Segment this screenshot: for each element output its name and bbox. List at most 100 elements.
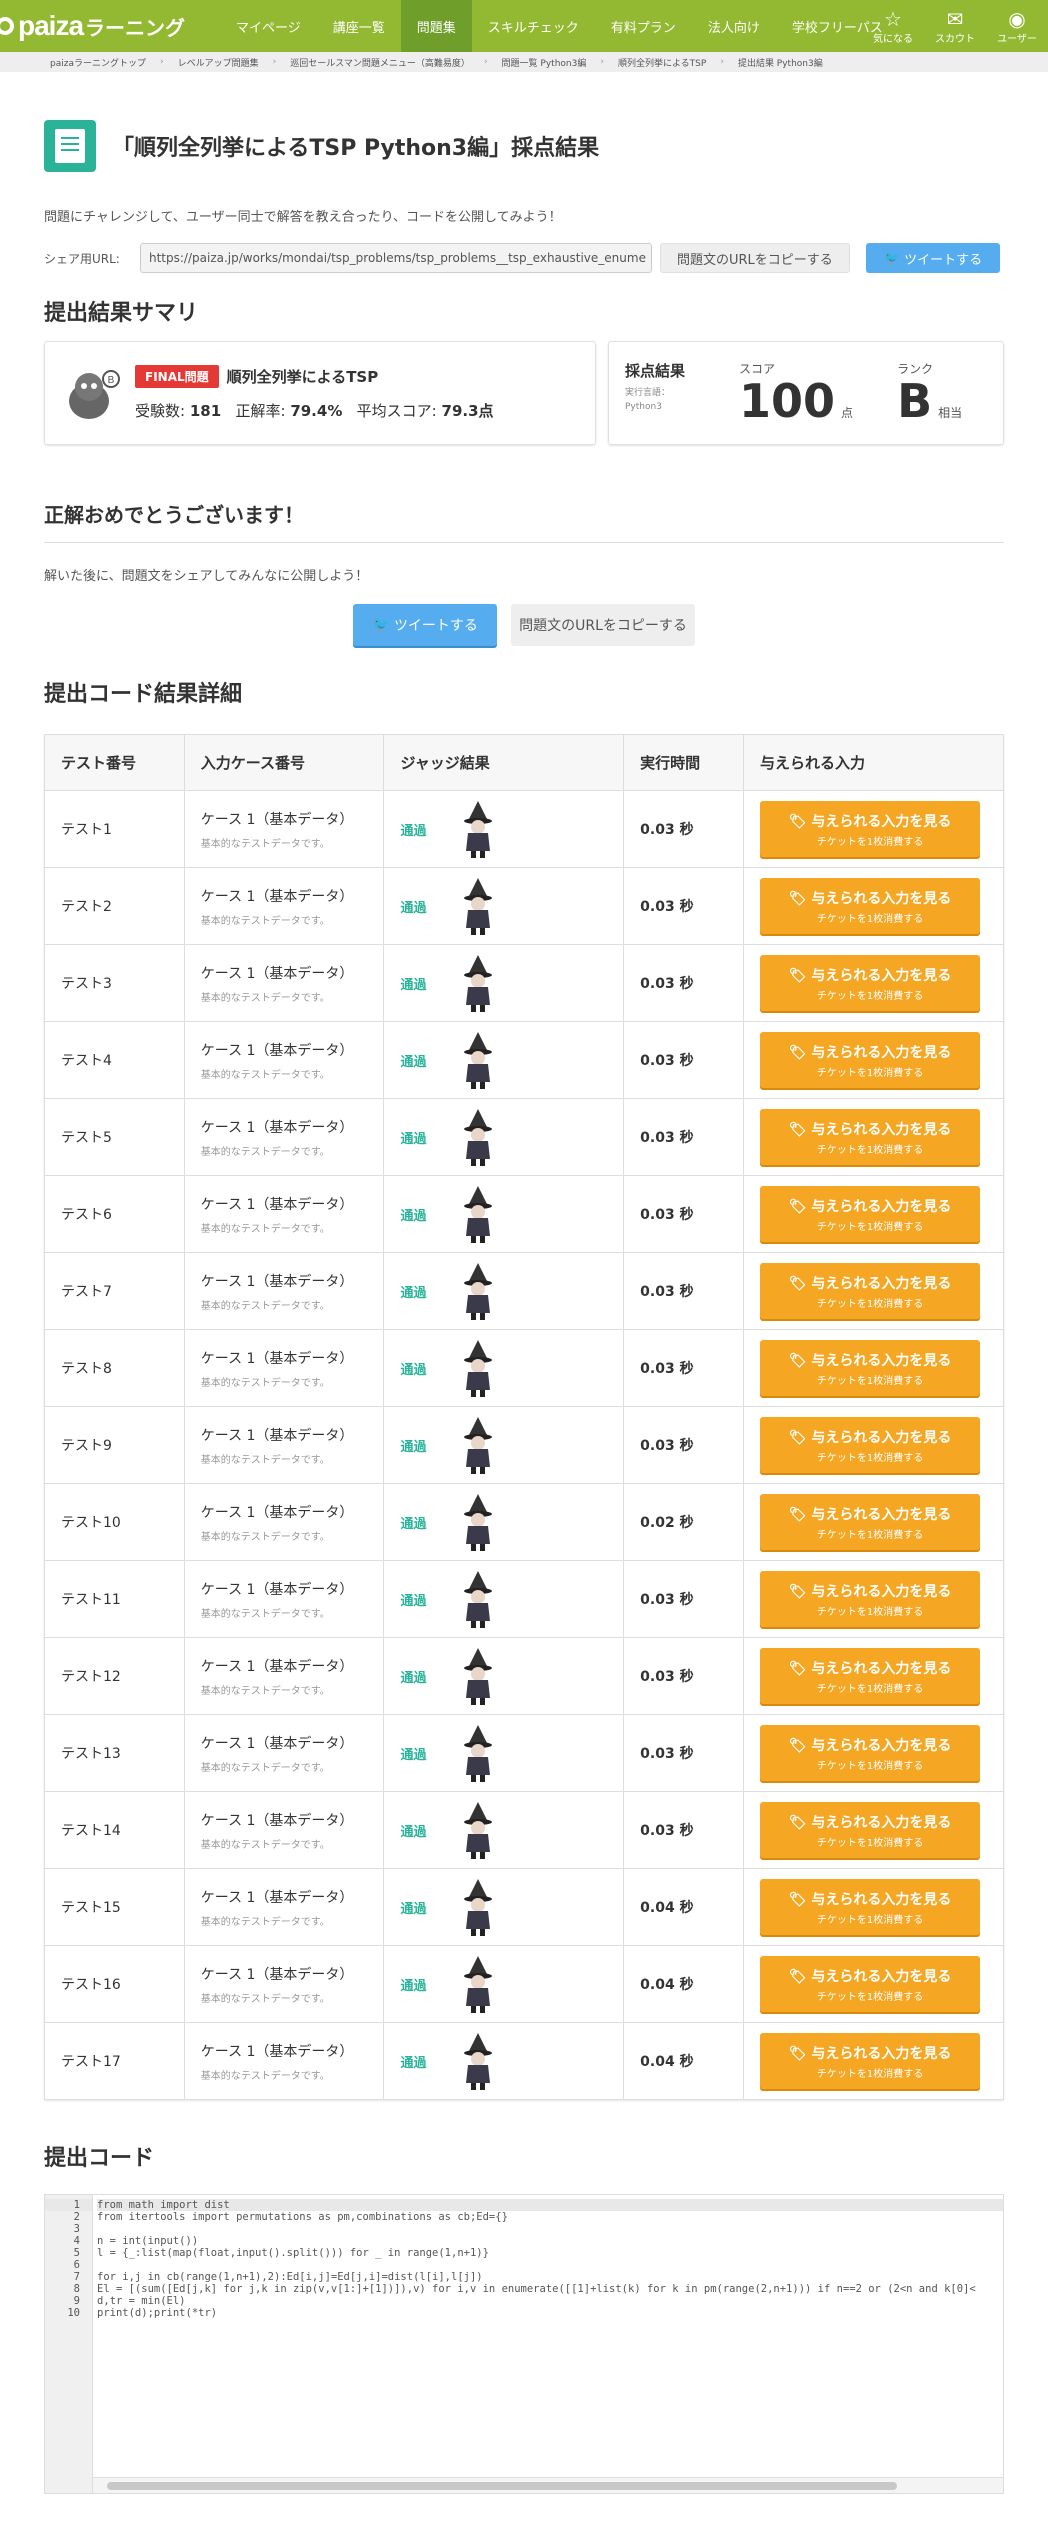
case-name: ケース 1（基本データ） (200, 1196, 354, 1213)
share-url-field[interactable]: https://paiza.jp/works/mondai/tsp_proble… (140, 243, 652, 273)
view-input-text: 与えられる入力を見る (811, 813, 952, 830)
breadcrumb-item[interactable]: レベルアップ問題集 (178, 56, 259, 69)
input-case: ケース 1（基本データ） 基本的なテストデータです。 (183, 1252, 385, 1330)
tweet-label: ツイートする (393, 618, 478, 634)
view-input-label: 🏷 与えられる入力を見る (789, 1350, 952, 1370)
code-editor[interactable]: 1 2 3 4 5 6 7 8 9 10 from math import dist from it… (44, 2194, 1004, 2494)
line-number: 8 (73, 2283, 80, 2295)
view-input-button[interactable]: 🏷 与えられる入力を見る チケットを1枚消費する (760, 1956, 981, 2012)
ticket-note: チケットを1枚消費する (816, 1760, 924, 1772)
view-input-button[interactable]: 🏷 与えられる入力を見る チケットを1枚消費する (760, 878, 981, 934)
case-name: ケース 1（基本データ） (200, 965, 354, 982)
judge-result: 通過 (383, 1637, 625, 1715)
view-input-button[interactable]: 🏷 与えられる入力を見る チケットを1枚消費する (760, 1032, 981, 1088)
view-input-button[interactable]: 🏷 与えられる入力を見るチケットを1枚消費する (760, 1725, 981, 1781)
pass-label: 通過 (400, 1208, 427, 1224)
input-case: ケース 1（基本データ） 基本的なテストデータです。 (183, 1021, 385, 1099)
view-input-button[interactable]: 🏷 与えられる入力を見る チケットを1枚消費する (760, 1340, 981, 1396)
view-input-button[interactable]: 🏷 与えられる入力を見る チケットを1枚消費する (760, 1648, 981, 1704)
case-name: ケース 1（基本データ） (200, 1042, 354, 1059)
nav-user[interactable]: ◉ ユーザー (986, 0, 1048, 52)
problem-name[interactable]: 順列全列挙によるTSP (227, 366, 379, 387)
nav-mail[interactable]: ✉ スカウト (924, 0, 986, 52)
ticket-icon: 🏷 (788, 890, 812, 907)
case-desc: 基本的なテストデータです。 (200, 1223, 330, 1235)
judge-result: 通過 (383, 1714, 625, 1792)
pass-label: 通過 (400, 977, 427, 993)
rank-unit: 相当 (938, 406, 963, 420)
ticket-icon: 🏷 (788, 1429, 812, 1446)
line-number: 7 (73, 2271, 80, 2283)
view-input-label: 🏷 与えられる入力を見る (789, 1196, 952, 1216)
character-image (460, 876, 496, 936)
case-name: ケース 1（基本データ） (200, 1350, 354, 1367)
ticket-note: チケットを1枚消費する (816, 1683, 924, 1695)
lang-label: 実行言語： (625, 388, 671, 398)
exec-time: 0.03 秒 (623, 867, 745, 945)
copy-url-button[interactable]: 問題文のURLをコピーする (660, 243, 850, 273)
tweet-button[interactable]: 🐦 ツイートする (865, 243, 1001, 273)
horizontal-scrollbar[interactable] (93, 2477, 1003, 2493)
nav-icon-label: ユーザー (997, 33, 1037, 45)
line-number: 3 (73, 2223, 80, 2235)
view-input-text: 与えられる入力を見る (811, 1583, 952, 1600)
exec-time: 0.03 秒 (623, 1560, 745, 1638)
view-input-label: 🏷 与えられる入力を見る (789, 1735, 952, 1755)
table-row: テスト11 ケース 1（基本データ） 基本的なテストデータです。 通過 0.03 秒 🏷 … (44, 1560, 1004, 1638)
nav-link[interactable]: 講座一覧 (317, 0, 401, 52)
breadcrumb-item[interactable]: 提出結果 Python3編 (738, 56, 823, 69)
view-input-button[interactable]: 🏷 与えられる入力を見る チケットを1枚消費する (760, 2033, 981, 2089)
judge-result: 通過 (383, 1329, 625, 1407)
view-input-button[interactable]: 🏷 与えられる入力を見る チケットを1枚消費する (760, 955, 981, 1011)
nav-link[interactable]: スキルチェック (472, 0, 595, 52)
congrats-heading: 正解おめでとうございます！ (44, 499, 1004, 543)
test-number: テスト16 (44, 1945, 185, 2023)
table-row: テスト5 ケース 1（基本データ） 基本的なテストデータです。 通過 0.03 秒 🏷 与… (44, 1098, 1004, 1176)
logo-sub: ラーニング (85, 15, 186, 40)
ticket-note: チケットを1枚消費する (816, 1067, 924, 1079)
case-name: ケース 1（基本データ） (200, 1966, 354, 1983)
exec-time: 0.03 秒 (623, 1714, 745, 1792)
code-line: d,tr = min(El) (97, 2295, 186, 2307)
nav-icons: ☆ 気になる ✉ スカウト ◉ ユーザー (862, 0, 1048, 52)
breadcrumb-item[interactable]: 巡回セールスマン問題メニュー（高難易度） (290, 56, 470, 69)
nav-link[interactable]: マイページ (220, 0, 317, 52)
breadcrumb-item[interactable]: 順列全列挙によるTSP (618, 56, 706, 69)
view-input-button[interactable]: 🏷 与えられる入力を見る チケットを1枚消費する (760, 1417, 981, 1473)
exec-time: 0.03 秒 (623, 944, 745, 1022)
nav-link[interactable]: 有料プラン (595, 0, 692, 52)
view-input-button[interactable]: 🏷 与えられる入力を見る チケットを1枚消費する (760, 1494, 981, 1550)
paiza-logo[interactable]: paiza ラーニング (0, 0, 220, 52)
test-number: テスト13 (44, 1714, 185, 1792)
view-input-button[interactable]: 🏷 与えられる入力を見るチケットを1枚消費する (760, 1186, 981, 1242)
case-desc: 基本的なテストデータです。 (200, 1531, 330, 1543)
case-name: ケース 1（基本データ） (200, 1504, 354, 1521)
score-unit: 点 (841, 406, 854, 420)
breadcrumb-item[interactable]: paizaラーニングトップ (50, 56, 146, 69)
nav-link[interactable]: 法人向け (692, 0, 776, 52)
case-desc: 基本的なテストデータです。 (200, 2070, 330, 2082)
table-row: テスト2 ケース 1（基本データ） 基本的なテストデータです。 通過 0.03 秒 🏷 与… (44, 867, 1004, 945)
view-input-button[interactable]: 🏷 与えられる入力を見る チケットを1枚消費する (760, 1802, 981, 1858)
view-input-button[interactable]: 🏷 与えられる入力を見る チケットを1枚消費する (760, 1879, 981, 1935)
summary-heading: 提出結果サマリ (44, 301, 199, 326)
ticket-note: チケットを1枚消費する (816, 1221, 924, 1233)
exec-time: 0.03 秒 (623, 1637, 745, 1715)
monster-avatar: B (59, 361, 123, 425)
breadcrumb-item[interactable]: 問題一覧 Python3編 (502, 56, 587, 69)
case-name: ケース 1（基本データ） (200, 888, 354, 905)
case-name: ケース 1（基本データ） (200, 2043, 354, 2060)
nav-link[interactable]: 問題集 (400, 0, 472, 52)
character-image (460, 1954, 496, 2014)
view-input-button[interactable]: 🏷 与えられる入力を見る チケットを1枚消費する (760, 1571, 981, 1627)
pass-label: 通過 (400, 1362, 427, 1378)
copy-url-button-large[interactable]: 問題文のURLをコピーする (511, 604, 695, 646)
nav-star[interactable]: ☆ 気になる (862, 0, 924, 52)
view-input-button[interactable]: 🏷 与えられる入力を見る チケットを1枚消費する (760, 1109, 981, 1165)
exec-time: 0.03 秒 (623, 1791, 745, 1869)
table-row: テスト6 ケース 1（基本データ） 基本的なテストデータです。 通過 0.03 秒 🏷 与… (44, 1175, 1004, 1253)
view-input-button[interactable]: 🏷 与えられる入力を見る チケットを1枚消費する (760, 1263, 981, 1319)
tweet-button-large[interactable]: 🐦 ツイートする (353, 604, 497, 646)
exec-time: 0.03 秒 (623, 1252, 745, 1330)
view-input-button[interactable]: 🏷 与えられる入力を見る チケットを1枚消費する (760, 801, 981, 857)
